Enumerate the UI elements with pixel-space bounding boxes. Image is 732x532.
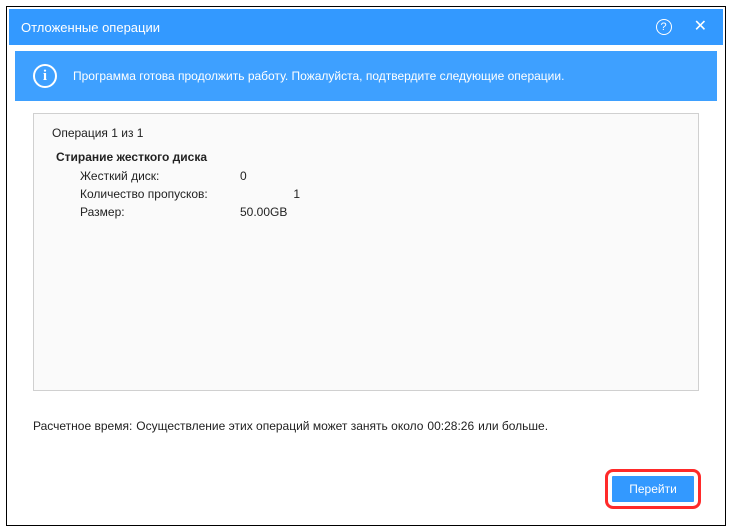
highlight-ring: Перейти: [605, 469, 701, 509]
operation-row-passes: Количество пропусков: 1: [80, 185, 680, 203]
passes-value: 1: [240, 185, 300, 203]
button-bar: Перейти: [9, 457, 723, 523]
info-icon: i: [33, 64, 57, 88]
go-button[interactable]: Перейти: [612, 476, 694, 502]
estimate-body: Осуществление этих операций может занять…: [136, 419, 423, 433]
operations-panel: Операция 1 из 1 Стирание жесткого диска …: [33, 113, 699, 391]
estimate-time: 00:28:26: [427, 419, 474, 433]
operation-title: Стирание жесткого диска: [56, 150, 680, 164]
info-banner: i Программа готова продолжить работу. По…: [15, 51, 717, 101]
close-icon[interactable]: ✕: [690, 19, 711, 35]
operation-row-size: Размер: 50.00GB: [80, 203, 680, 221]
operation-row-disk: Жесткий диск: 0: [80, 167, 680, 185]
window-frame: Отложенные операции ? ✕ i Программа гото…: [6, 6, 726, 526]
info-message: Программа готова продолжить работу. Пожа…: [73, 69, 564, 83]
titlebar: Отложенные операции ? ✕: [9, 9, 723, 45]
content-area: Операция 1 из 1 Стирание жесткого диска …: [9, 101, 723, 457]
operation-counter: Операция 1 из 1: [52, 126, 680, 140]
estimate-suffix: или больше.: [478, 419, 548, 433]
dialog: Отложенные операции ? ✕ i Программа гото…: [9, 9, 723, 523]
disk-label: Жесткий диск:: [80, 167, 240, 185]
help-icon[interactable]: ?: [656, 19, 672, 35]
estimate-text: Расчетное время: Осуществление этих опер…: [33, 419, 699, 433]
window-title: Отложенные операции: [21, 20, 160, 35]
passes-label: Количество пропусков:: [80, 185, 240, 203]
disk-value: 0: [240, 167, 300, 185]
size-label: Размер:: [80, 203, 240, 221]
size-value: 50.00GB: [240, 203, 300, 221]
estimate-prefix: Расчетное время:: [33, 419, 132, 433]
titlebar-controls: ? ✕: [656, 19, 711, 35]
